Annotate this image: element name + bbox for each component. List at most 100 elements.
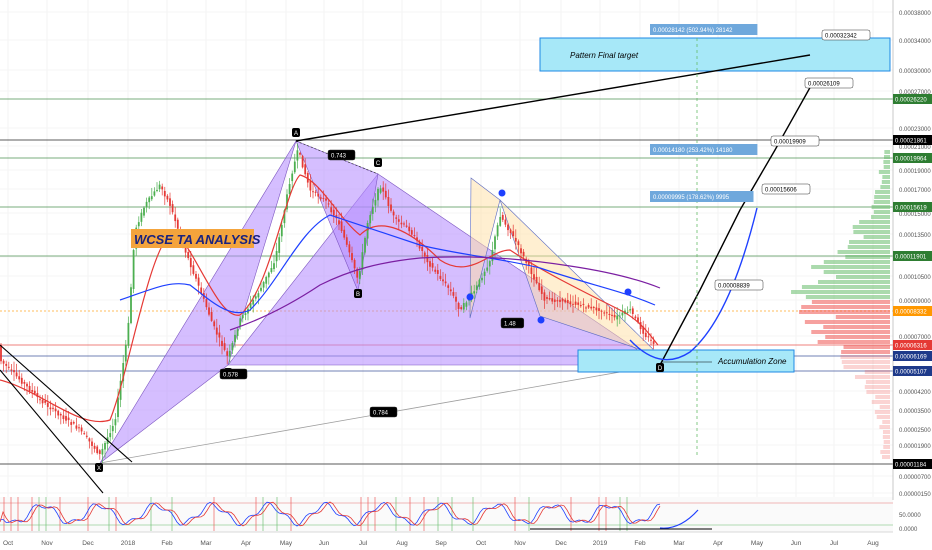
candle-body [494, 236, 496, 250]
candle-body [80, 427, 83, 432]
time-tick-label: Aug [867, 540, 879, 547]
candle-body [358, 271, 361, 279]
volume-profile-bar [871, 400, 890, 404]
candle-body [387, 197, 390, 206]
candle-body [13, 370, 15, 373]
candle-body [161, 186, 164, 190]
candle-body [111, 425, 114, 432]
candle-body [117, 397, 119, 417]
candle-body [296, 150, 299, 161]
chart-title: WCSE TA ANALYSIS [134, 232, 261, 247]
candle-body [595, 307, 598, 311]
candle-body [228, 350, 231, 357]
price-tick-label: 0.00017000 [899, 188, 931, 194]
candle-body [31, 390, 34, 392]
candle-body [7, 366, 10, 368]
candle-body [644, 332, 647, 338]
candle-body [572, 303, 574, 305]
candle-body [499, 216, 502, 226]
candle-body [377, 188, 379, 201]
price-level-value: 0.00001184 [895, 463, 927, 469]
candle-body [408, 226, 411, 232]
volume-profile-bar [843, 365, 890, 369]
price-level-value: 0.00006316 [895, 344, 927, 350]
candle-body [579, 305, 582, 307]
candle-body [592, 306, 595, 308]
candle-body [192, 265, 195, 274]
ratio-label-text: 0.784 [373, 411, 389, 417]
candle-body [452, 292, 455, 296]
candle-body [267, 272, 270, 278]
pattern-triangle-bcd [227, 173, 661, 366]
volume-profile-bar [825, 335, 890, 339]
candle-body [309, 180, 312, 191]
candle-body [652, 341, 655, 344]
volume-profile-bar [801, 285, 890, 289]
target-label-text: 0.00008839 [718, 284, 750, 290]
candle-body [280, 224, 283, 237]
candle-body [145, 201, 148, 208]
time-tick-label: Jun [791, 540, 802, 547]
candle-body [213, 321, 216, 327]
candle-body [647, 336, 650, 338]
volume-profile-bar [883, 155, 890, 159]
time-tick-label: Nov [41, 540, 53, 547]
accumulation-zone-label: Accumulation Zone [717, 357, 787, 366]
candle-body [600, 310, 603, 312]
candle-body [509, 229, 512, 234]
candle-body [130, 287, 132, 324]
candle-body [127, 322, 130, 346]
candle-body [460, 307, 463, 310]
volume-profile-bar [845, 255, 890, 259]
candle-body [426, 255, 429, 263]
measure-label-text: 0.00014180 (253.42%) 14180 [653, 148, 733, 154]
candle-body [65, 416, 67, 421]
candle-body [244, 313, 247, 316]
volume-profile-bar [874, 195, 890, 199]
candle-body [174, 214, 177, 222]
oscillator-tick-label: 0.0000 [899, 527, 918, 533]
candle-body [91, 441, 93, 446]
pattern-small-marker [537, 316, 545, 324]
time-tick-label: 2019 [593, 540, 608, 547]
candle-body [379, 188, 382, 193]
candle-body [83, 433, 86, 435]
candle-body [504, 219, 507, 225]
price-level-value: 0.00021861 [895, 139, 927, 145]
candle-body [49, 407, 52, 410]
volume-profile-bar [847, 245, 890, 249]
candle-body [587, 305, 590, 308]
candle-body [5, 363, 8, 366]
candle-body [361, 252, 364, 270]
candle-body [132, 250, 135, 289]
volume-profile-bar [876, 415, 890, 419]
candle-body [33, 390, 36, 394]
candle-body [590, 306, 593, 309]
candle-body [546, 297, 548, 299]
candle-body [496, 225, 499, 237]
candle-body [332, 209, 335, 216]
candle-body [226, 351, 229, 356]
time-tick-label: Dec [555, 540, 567, 547]
candle-body [314, 191, 317, 193]
candle-body [2, 360, 5, 364]
candle-body [187, 252, 190, 259]
candle-body [512, 231, 515, 237]
candle-body [364, 237, 366, 253]
volume-profile-bar [883, 440, 890, 444]
candle-body [140, 212, 143, 222]
volume-profile-bar [811, 265, 890, 269]
candle-body [543, 292, 546, 301]
time-tick-label: Mar [200, 540, 212, 547]
candle-body [421, 246, 424, 252]
candle-body [397, 219, 400, 222]
volume-profile-bar [823, 260, 890, 264]
candle-body [171, 204, 174, 213]
candle-body [343, 229, 346, 238]
candle-body [650, 339, 652, 341]
candle-body [442, 279, 444, 282]
candle-body [629, 309, 632, 311]
candle-body [371, 207, 374, 214]
volume-profile-bar [801, 305, 890, 309]
candle-body [260, 287, 262, 291]
